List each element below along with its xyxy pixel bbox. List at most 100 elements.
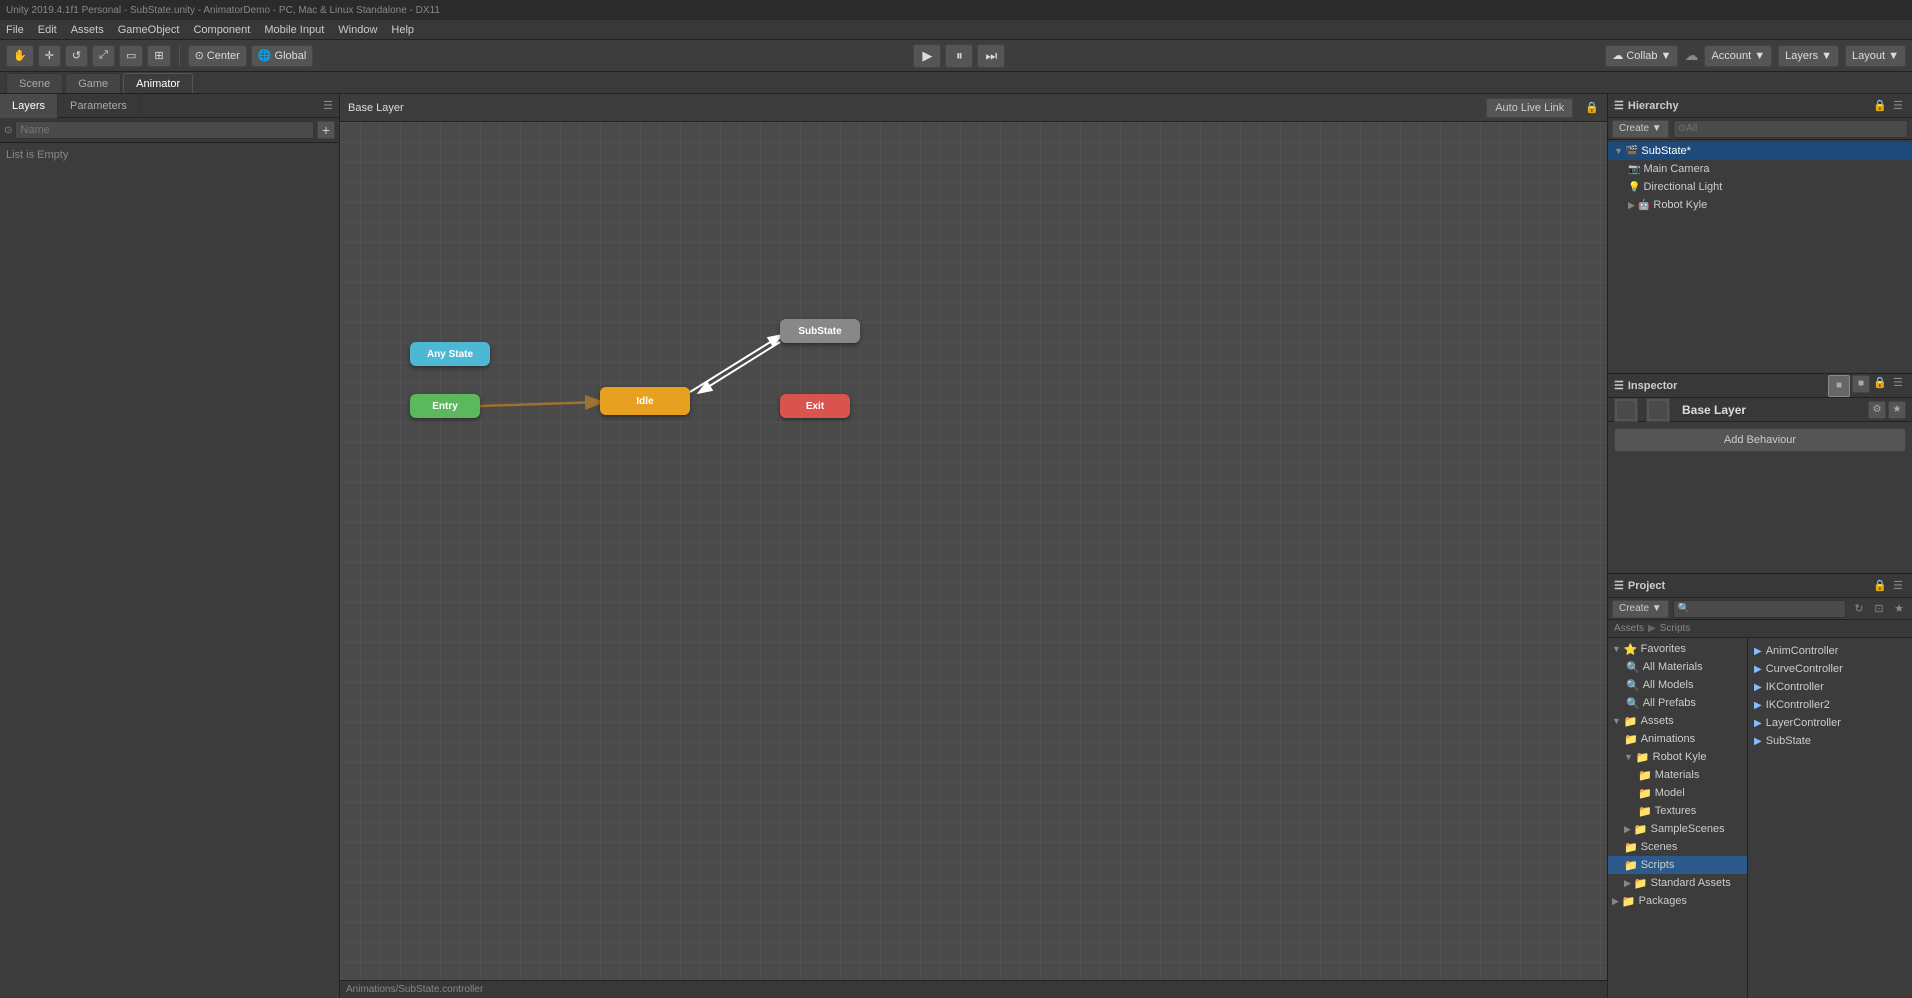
inspector-preview-btn-2[interactable]: ■: [1852, 375, 1870, 393]
tree-sample-scenes[interactable]: ▶ 📁 SampleScenes: [1608, 820, 1747, 838]
add-behaviour-btn[interactable]: Add Behaviour: [1614, 428, 1906, 452]
move-tool-btn[interactable]: ✛: [38, 45, 61, 67]
menu-help[interactable]: Help: [391, 24, 414, 36]
hierarchy-item-substate[interactable]: ▼ 🎬 SubState*: [1608, 142, 1912, 160]
menu-bar: File Edit Assets GameObject Component Mo…: [0, 20, 1912, 40]
layer-controller-file-icon: ▶: [1754, 718, 1762, 729]
menu-assets[interactable]: Assets: [71, 24, 104, 36]
toolbar: ✋ ✛ ↺ ⤢ ▭ ⊞ ⊙ Center 🌐 Global ▶ ⏸ ⏭ ☁ Co…: [0, 40, 1912, 72]
inspector-settings-icon[interactable]: ⚙: [1868, 401, 1886, 419]
search-prefix-icon: ⊙: [4, 125, 12, 136]
tree-scripts[interactable]: 📁 Scripts: [1608, 856, 1747, 874]
node-any-state[interactable]: Any State: [410, 342, 490, 366]
node-exit[interactable]: Exit: [780, 394, 850, 418]
layers-tab[interactable]: Layers: [0, 94, 58, 118]
inspector-lock-btn[interactable]: 🔒: [1872, 375, 1888, 391]
hierarchy-item-robot-kyle[interactable]: ▶ 🤖 Robot Kyle: [1608, 196, 1912, 214]
menu-file[interactable]: File: [6, 24, 24, 36]
node-entry[interactable]: Entry: [410, 394, 480, 418]
inspector-star-icon[interactable]: ★: [1888, 401, 1906, 419]
tab-game[interactable]: Game: [65, 73, 121, 93]
layers-search-input[interactable]: [15, 121, 314, 139]
tree-scenes[interactable]: 📁 Scenes: [1608, 838, 1747, 856]
substate-arrow: ▼: [1614, 146, 1623, 156]
pause-btn[interactable]: ⏸: [945, 44, 973, 68]
robot-arrow: ▶: [1628, 200, 1635, 211]
tree-favorites[interactable]: ▼ ⭐ Favorites: [1608, 640, 1747, 658]
project-lock-btn[interactable]: 🔒: [1872, 578, 1888, 594]
inspector-right-icons: ⚙ ★: [1868, 401, 1906, 419]
tree-all-prefabs[interactable]: 🔍 All Prefabs: [1608, 694, 1747, 712]
animator-graph-panel: Base Layer Auto Live Link 🔒: [340, 94, 1607, 998]
robot-icon: 🤖: [1638, 200, 1650, 211]
center-btn[interactable]: ⊙ Center: [188, 45, 247, 67]
tree-model[interactable]: 📁 Model: [1608, 784, 1747, 802]
file-substate[interactable]: ▶ SubState: [1752, 732, 1908, 750]
hierarchy-item-directional-light[interactable]: 💡 Directional Light: [1608, 178, 1912, 196]
account-dropdown[interactable]: Account ▼: [1704, 45, 1772, 67]
globe-icon: 🌐: [258, 49, 272, 62]
parameters-tab[interactable]: Parameters: [58, 94, 140, 118]
tab-animator[interactable]: Animator: [123, 73, 193, 93]
menu-component[interactable]: Component: [193, 24, 250, 36]
hierarchy-search-input[interactable]: [1673, 120, 1908, 138]
transform-tool-btn[interactable]: ⊞: [147, 45, 170, 67]
file-ik-controller-2[interactable]: ▶ IKController2: [1752, 696, 1908, 714]
layout-dropdown[interactable]: Layout ▼: [1845, 45, 1906, 67]
file-curve-controller[interactable]: ▶ CurveController: [1752, 660, 1908, 678]
main-layout: Layers Parameters ☰ ⊙ + List is Empty Ba…: [0, 94, 1912, 998]
tree-standard-assets[interactable]: ▶ 📁 Standard Assets: [1608, 874, 1747, 892]
breadcrumb[interactable]: Base Layer: [348, 102, 404, 114]
camera-icon: 📷: [1628, 164, 1640, 175]
inspector-header-controls: ■ ■ 🔒 ☰: [1828, 375, 1906, 397]
file-ik-controller[interactable]: ▶ IKController: [1752, 678, 1908, 696]
model-folder-icon: 📁: [1638, 787, 1652, 800]
layers-add-btn[interactable]: +: [317, 121, 335, 139]
collab-btn[interactable]: ☁ Collab ▼: [1605, 45, 1678, 67]
project-search-input[interactable]: [1673, 600, 1846, 618]
node-substate[interactable]: SubState: [780, 319, 860, 343]
tree-robot-kyle[interactable]: ▼ 📁 Robot Kyle: [1608, 748, 1747, 766]
hierarchy-lock-btn[interactable]: 🔒: [1872, 98, 1888, 114]
graph-canvas[interactable]: Any State Entry Idle SubState Exit: [340, 122, 1607, 980]
menu-mobileinput[interactable]: Mobile Input: [264, 24, 324, 36]
graph-header: Base Layer Auto Live Link 🔒: [340, 94, 1607, 122]
hierarchy-create-btn[interactable]: Create ▼: [1612, 120, 1669, 138]
rotate-tool-btn[interactable]: ↺: [65, 45, 88, 67]
auto-live-btn[interactable]: Auto Live Link: [1486, 98, 1573, 118]
settings-icon[interactable]: ☰: [317, 99, 339, 112]
tree-animations[interactable]: 📁 Animations: [1608, 730, 1747, 748]
hierarchy-menu-btn[interactable]: ☰: [1890, 98, 1906, 114]
project-menu-btn[interactable]: ☰: [1890, 578, 1906, 594]
inspector-preview-btn-1[interactable]: ■: [1828, 375, 1850, 397]
tree-materials[interactable]: 📁 Materials: [1608, 766, 1747, 784]
project-filter-icon[interactable]: ⊡: [1870, 600, 1888, 618]
project-create-btn[interactable]: Create ▼: [1612, 600, 1669, 618]
inspector-menu-btn[interactable]: ☰: [1890, 375, 1906, 391]
menu-gameobject[interactable]: GameObject: [118, 24, 180, 36]
global-btn[interactable]: 🌐 Global: [251, 45, 314, 67]
tree-all-models[interactable]: 🔍 All Models: [1608, 676, 1747, 694]
menu-window[interactable]: Window: [338, 24, 377, 36]
play-btn[interactable]: ▶: [913, 44, 941, 68]
hand-tool-btn[interactable]: ✋: [6, 45, 34, 67]
menu-edit[interactable]: Edit: [38, 24, 57, 36]
project-refresh-icon[interactable]: ↻: [1850, 600, 1868, 618]
tab-scene[interactable]: Scene: [6, 73, 63, 93]
file-anim-controller[interactable]: ▶ AnimController: [1752, 642, 1908, 660]
rect-tool-btn[interactable]: ▭: [119, 45, 143, 67]
tree-assets[interactable]: ▼ 📁 Assets: [1608, 712, 1747, 730]
file-layer-controller[interactable]: ▶ LayerController: [1752, 714, 1908, 732]
project-star-icon[interactable]: ★: [1890, 600, 1908, 618]
tree-textures[interactable]: 📁 Textures: [1608, 802, 1747, 820]
tree-all-materials[interactable]: 🔍 All Materials: [1608, 658, 1747, 676]
inspector-title: Inspector: [1628, 380, 1678, 392]
node-idle[interactable]: Idle: [600, 387, 690, 415]
layers-search-bar: ⊙ +: [0, 118, 339, 143]
hierarchy-item-main-camera[interactable]: 📷 Main Camera: [1608, 160, 1912, 178]
scale-tool-btn[interactable]: ⤢: [92, 45, 115, 67]
step-btn[interactable]: ⏭: [977, 44, 1005, 68]
layers-dropdown[interactable]: Layers ▼: [1778, 45, 1839, 67]
tree-packages[interactable]: ▶ 📁 Packages: [1608, 892, 1747, 910]
light-icon: 💡: [1628, 182, 1640, 193]
